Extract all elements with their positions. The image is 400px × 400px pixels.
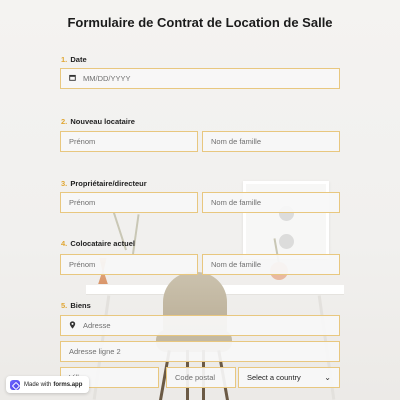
cotenant-last-name-input[interactable]: Nom de famille bbox=[202, 254, 340, 275]
question-label-date: 1. Date bbox=[61, 55, 87, 64]
address-input[interactable]: Adresse bbox=[60, 315, 340, 336]
question-label-property: 5. Biens bbox=[61, 301, 91, 310]
address-line2-input[interactable]: Adresse ligne 2 bbox=[60, 341, 340, 362]
new-tenant-first-name-input[interactable]: Prénom bbox=[60, 131, 198, 152]
date-input[interactable]: MM/DD/YYYY bbox=[60, 68, 340, 89]
owner-first-name-input[interactable]: Prénom bbox=[60, 192, 198, 213]
made-with-forms-app-badge[interactable]: Made with forms.app bbox=[6, 376, 90, 393]
cotenant-first-name-input[interactable]: Prénom bbox=[60, 254, 198, 275]
location-pin-icon bbox=[69, 320, 79, 331]
forms-app-logo-icon bbox=[10, 379, 20, 390]
question-label-owner: 3. Propriétaire/directeur bbox=[61, 179, 147, 188]
owner-last-name-input[interactable]: Nom de famille bbox=[202, 192, 340, 213]
country-select[interactable]: Select a country ⌄ bbox=[238, 367, 340, 388]
question-label-new-tenant: 2. Nouveau locataire bbox=[61, 117, 135, 126]
rental-form: Formulaire de Contrat de Location de Sal… bbox=[0, 0, 400, 400]
question-label-current-cotenant: 4. Colocataire actuel bbox=[61, 239, 135, 248]
form-title: Formulaire de Contrat de Location de Sal… bbox=[67, 15, 333, 30]
calendar-icon bbox=[69, 74, 79, 83]
postal-code-input[interactable]: Code postal bbox=[166, 367, 236, 388]
new-tenant-last-name-input[interactable]: Nom de famille bbox=[202, 131, 340, 152]
chevron-down-icon: ⌄ bbox=[324, 373, 331, 382]
